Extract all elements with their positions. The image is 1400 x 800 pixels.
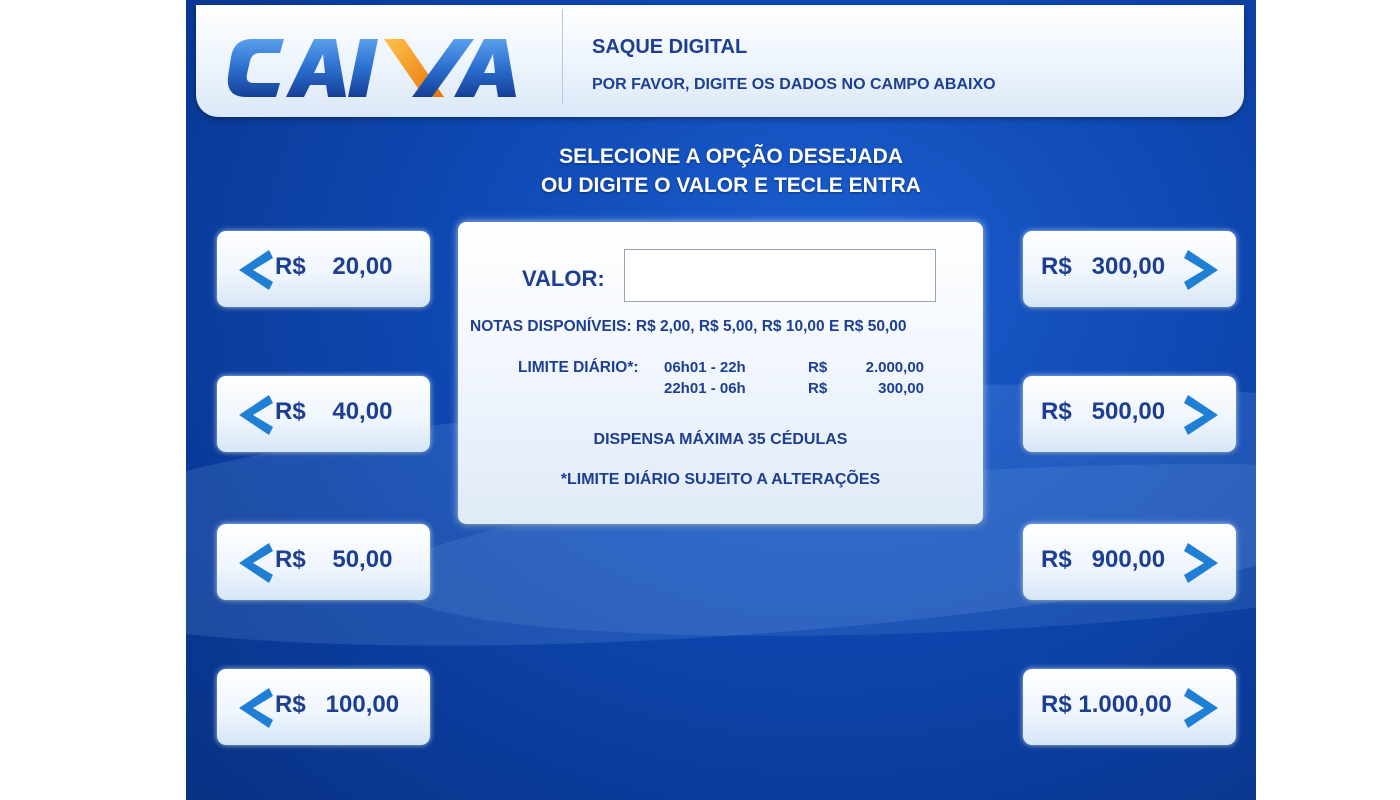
amount-button-1000[interactable]: R$ 1.000,00 bbox=[1023, 669, 1236, 745]
chevron-right-icon bbox=[1182, 541, 1222, 585]
chevron-left-icon bbox=[235, 541, 275, 585]
amount-label: R$ 300,00 bbox=[1041, 253, 1166, 280]
valor-label: VALOR: bbox=[522, 266, 605, 291]
header-bar: SAQUE DIGITAL POR FAVOR, DIGITE OS DADOS… bbox=[196, 5, 1244, 117]
limite-periodo: 06h01 - 22h bbox=[664, 359, 746, 376]
chevron-left-icon bbox=[235, 686, 275, 730]
amount-label: R$ 1.000,00 bbox=[1041, 691, 1172, 718]
instruction-line: SELECIONE A OPÇÃO DESEJADA bbox=[559, 145, 903, 168]
info-panel: VALOR: NOTAS DISPONÍVEIS: R$ 2,00, R$ 5,… bbox=[458, 222, 983, 524]
caixa-logo-graphic bbox=[227, 39, 516, 97]
caixa-logo bbox=[226, 27, 531, 107]
amount-label: R$ 20,00 bbox=[275, 253, 393, 280]
dispensa-maxima-text: DISPENSA MÁXIMA 35 CÉDULAS bbox=[593, 431, 848, 448]
atm-screen: SAQUE DIGITAL POR FAVOR, DIGITE OS DADOS… bbox=[186, 0, 1256, 800]
amount-button-500[interactable]: R$ 500,00 bbox=[1023, 376, 1236, 452]
page-title: SAQUE DIGITAL bbox=[592, 36, 748, 58]
limite-valor: 300,00 bbox=[878, 380, 924, 397]
amount-button-50[interactable]: R$ 50,00 bbox=[217, 524, 430, 600]
amount-button-900[interactable]: R$ 900,00 bbox=[1023, 524, 1236, 600]
limite-valor: 2.000,00 bbox=[865, 359, 924, 376]
notas-disponiveis-text: NOTAS DISPONÍVEIS: R$ 2,00, R$ 5,00, R$ … bbox=[470, 318, 907, 335]
amount-button-40[interactable]: R$ 40,00 bbox=[217, 376, 430, 452]
page-subtitle: POR FAVOR, DIGITE OS DADOS NO CAMPO ABAI… bbox=[592, 76, 996, 93]
limite-diario-label: LIMITE DIÁRIO*: bbox=[518, 359, 639, 376]
limite-aviso-text: *LIMITE DIÁRIO SUJEITO A ALTERAÇÕES bbox=[560, 471, 881, 488]
limite-periodo: 22h01 - 06h bbox=[664, 380, 746, 397]
amount-button-100[interactable]: R$ 100,00 bbox=[217, 669, 430, 745]
amount-label: R$ 40,00 bbox=[275, 398, 393, 425]
amount-label: R$ 500,00 bbox=[1041, 398, 1166, 425]
valor-input[interactable] bbox=[624, 249, 936, 302]
header-divider bbox=[562, 9, 563, 105]
chevron-right-icon bbox=[1182, 248, 1222, 292]
amount-label: R$ 50,00 bbox=[275, 546, 393, 573]
amount-button-20[interactable]: R$ 20,00 bbox=[217, 231, 430, 307]
instruction-line: OU DIGITE O VALOR E TECLE ENTRA bbox=[541, 174, 921, 197]
chevron-right-icon bbox=[1182, 686, 1222, 730]
amount-label: R$ 100,00 bbox=[275, 691, 400, 718]
chevron-left-icon bbox=[235, 393, 275, 437]
chevron-left-icon bbox=[235, 248, 275, 292]
amount-label: R$ 900,00 bbox=[1041, 546, 1166, 573]
amount-button-300[interactable]: R$ 300,00 bbox=[1023, 231, 1236, 307]
instruction-text: SELECIONE A OPÇÃO DESEJADA OU DIGITE O V… bbox=[186, 142, 1256, 200]
chevron-right-icon bbox=[1182, 393, 1222, 437]
